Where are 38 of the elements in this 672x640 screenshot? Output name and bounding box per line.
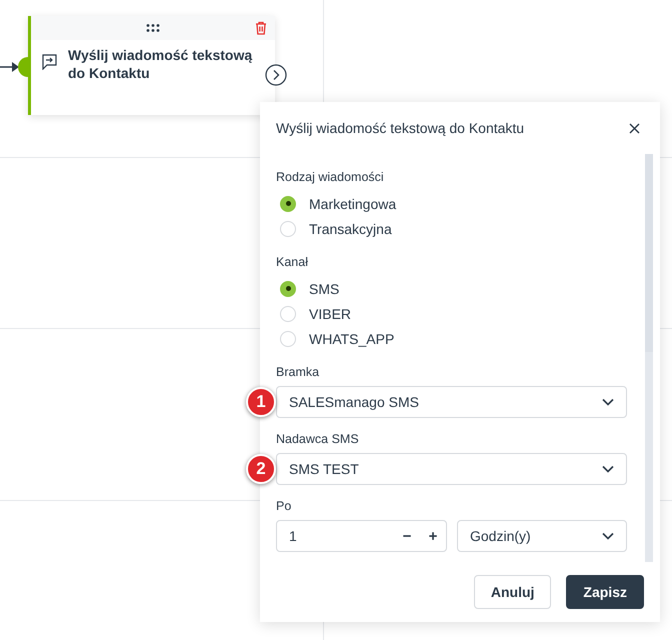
chevron-down-icon [602, 465, 614, 473]
number-badge: 1 [246, 387, 276, 417]
node-port [18, 57, 28, 77]
radio-button[interactable] [280, 196, 296, 212]
radio-button[interactable] [280, 330, 296, 346]
dropdown[interactable]: SMS TEST [276, 453, 627, 485]
increment-button[interactable]: + [420, 528, 446, 544]
save-button[interactable]: Zapisz [566, 575, 644, 609]
field-label: Kanał [276, 255, 309, 270]
close-icon[interactable] [629, 122, 640, 134]
delete-icon[interactable] [255, 21, 267, 35]
scrollbar[interactable] [645, 154, 653, 562]
radio-button[interactable] [280, 280, 296, 296]
chevron-right-icon[interactable] [265, 64, 287, 86]
field-label: Po [276, 499, 292, 514]
number-badge: 2 [246, 454, 276, 484]
field-label: Nadawca SMS [276, 432, 360, 447]
connector-arrow [0, 61, 20, 73]
cancel-button[interactable]: Anuluj [474, 575, 552, 609]
field-label: Rodzaj wiadomości [276, 170, 385, 185]
radio-label[interactable]: WHATS_APP [309, 330, 394, 346]
message-icon [41, 54, 58, 70]
radio-label[interactable]: SMS [309, 280, 340, 296]
drag-handle-icon[interactable] [146, 24, 160, 32]
decrement-button[interactable]: − [394, 528, 420, 544]
chevron-down-icon [602, 532, 614, 540]
radio-label[interactable]: Marketingowa [309, 196, 396, 212]
field-label: Bramka [276, 365, 320, 380]
number-field[interactable]: 1 − + [276, 520, 447, 552]
panel-title: Wyślij wiadomość tekstową do Kontaktu [276, 120, 524, 136]
node-title: Wyślij wiadomość tekstową do Kontaktu [68, 46, 254, 82]
radio-label[interactable]: VIBER [309, 306, 352, 322]
radio-button[interactable] [280, 220, 296, 236]
radio-label[interactable]: Transakcyjna [309, 220, 392, 236]
unit-dropdown[interactable]: Godzin(y) [457, 520, 627, 552]
dropdown[interactable]: SALESmanago SMS [276, 386, 627, 418]
chevron-down-icon [602, 398, 614, 406]
radio-button[interactable] [280, 306, 296, 322]
